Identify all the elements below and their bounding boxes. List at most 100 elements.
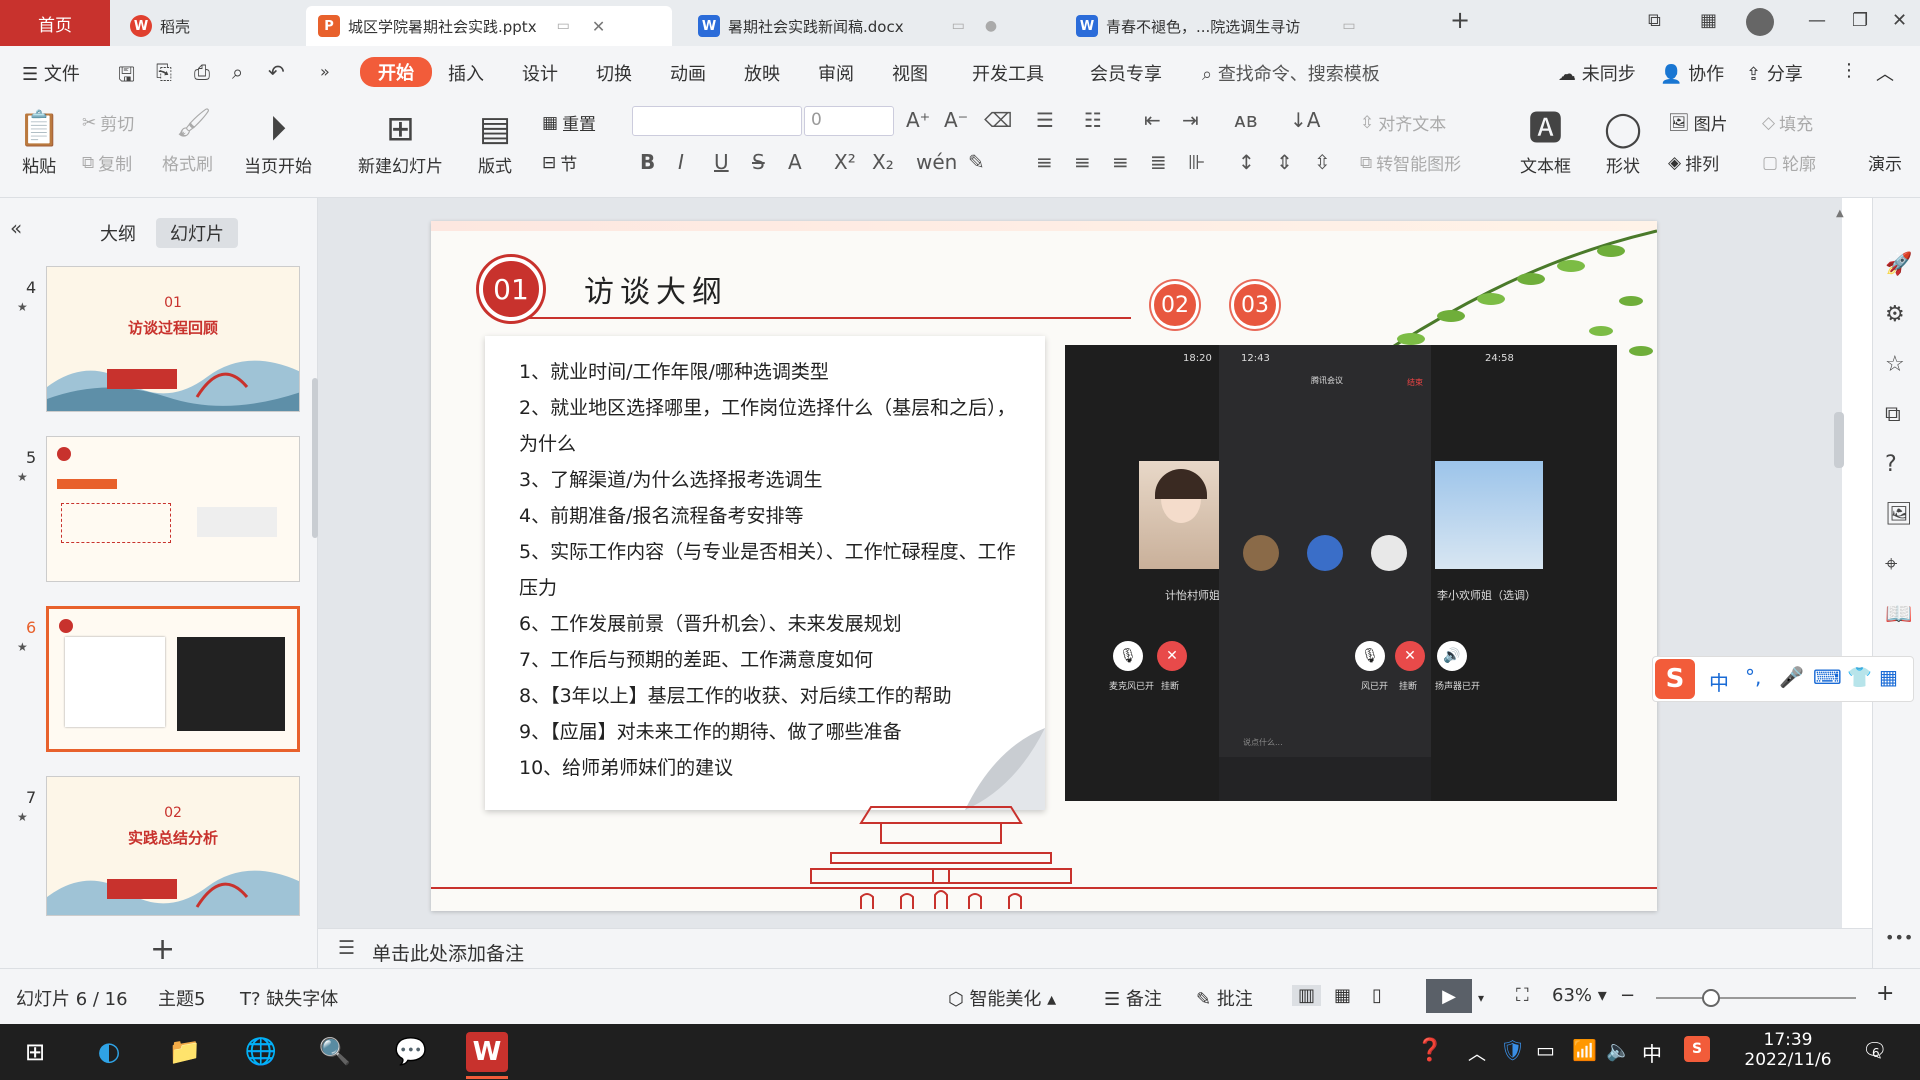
close-window-icon[interactable]: ✕ [1892,10,1907,31]
wps-icon[interactable]: W [466,1032,508,1072]
cut-button[interactable]: ✂ 剪切 [82,110,134,136]
menu-developer[interactable]: 开发工具 [972,60,1044,86]
sogou-tray-icon[interactable]: S [1684,1036,1710,1062]
file-explorer-icon[interactable]: 📁 [164,1032,206,1072]
font-size-select[interactable]: 0 [804,106,894,136]
zoom-out-button[interactable]: − [1620,985,1635,1006]
volume-icon[interactable]: 🔈 [1606,1038,1631,1062]
font-family-select[interactable] [632,106,802,136]
collapse-ribbon-icon[interactable]: ︿ [1876,60,1894,86]
missing-font-button[interactable]: T? 缺失字体 [240,985,338,1011]
menu-insert[interactable]: 插入 [448,60,484,86]
play-current-button[interactable]: ⏵ 当页开始 [244,106,312,177]
punctuation-icon[interactable]: °, [1745,665,1761,689]
windows-start-icon[interactable]: ⊞ [14,1032,56,1072]
more-icon[interactable]: ••• [1885,928,1913,947]
format-painter-button[interactable]: 格式刷 [162,150,213,175]
tab-outline[interactable]: 大纲 [86,218,150,248]
line-spacing-icon[interactable]: ↕ [1238,150,1255,174]
paragraph-spacing-icon[interactable]: ⇕ [1276,150,1293,174]
tray-expand-icon[interactable]: ︿ [1468,1040,1486,1066]
phonetic-icon[interactable]: wén [916,150,957,174]
more-options-icon[interactable]: ⋮ [1840,60,1858,81]
columns-icon[interactable]: ⇳ [1314,150,1331,174]
align-right-icon[interactable]: ≡ [1112,150,1129,174]
editor-scrollbar[interactable] [1834,412,1844,468]
more-chevron-icon[interactable]: » [320,62,330,81]
collab-button[interactable]: 👤 协作 [1660,60,1724,86]
reset-button[interactable]: ▦ 重置 [542,110,596,136]
export-icon[interactable]: ⎘ [156,60,172,84]
align-left-icon[interactable]: ≡ [1036,150,1053,174]
section-button[interactable]: ⊟ 节 [542,150,577,176]
notification-center[interactable]: 🗨 6 [1862,1038,1887,1062]
search-app-icon[interactable]: 🔍 [314,1032,356,1072]
highlight-icon[interactable]: ✎ [968,150,985,174]
play-options-icon[interactable]: ▾ [1478,991,1484,1005]
menu-view[interactable]: 视图 [892,60,928,86]
clock[interactable]: 17:39 2022/11/6 [1738,1030,1838,1070]
share-button[interactable]: ⇪ 分享 [1746,60,1803,86]
location-icon[interactable]: ⌖ [1885,552,1897,577]
bold-icon[interactable]: B [640,150,655,174]
shape-button[interactable]: ◯ 形状 [1604,106,1642,177]
add-slide-button[interactable]: + [150,932,175,967]
menu-transition[interactable]: 切换 [596,60,632,86]
font-grow-icon[interactable]: A⁺ [906,108,930,132]
current-slide[interactable]: 01 访谈大纲 02 03 1、就业时间/工作年限/哪种选调类型 2、就业地区选… [431,221,1657,911]
help-icon[interactable]: ? [1885,452,1897,477]
slide-thumb-5[interactable] [46,436,300,582]
monitor-icon[interactable]: ▭ [952,18,965,34]
rocket-icon[interactable]: 🚀 [1885,252,1912,277]
strikethrough-icon[interactable]: S [752,150,765,174]
superscript-icon[interactable]: X² [834,150,856,174]
collapse-panel-icon[interactable]: « [10,216,22,240]
book-icon[interactable]: 📖 [1885,602,1912,627]
help-icon[interactable]: ❓ [1416,1038,1443,1063]
file-menu[interactable]: ☰ 文件 [22,60,80,86]
image-edit-icon[interactable]: 🖼 [1885,502,1913,527]
zoom-slider-handle[interactable] [1702,989,1720,1007]
numbering-icon[interactable]: ☷ [1084,108,1102,132]
menu-slideshow[interactable]: 放映 [744,60,780,86]
sliders-icon[interactable]: ⚙ [1885,302,1905,327]
align-center-icon[interactable]: ≡ [1074,150,1091,174]
copy-button[interactable]: ⧉ 复制 [82,150,132,176]
battery-icon[interactable]: ▭ [1536,1038,1555,1062]
justify-icon[interactable]: ≣ [1150,150,1167,174]
indent-decrease-icon[interactable]: ⇤ [1144,108,1161,132]
slide-thumb-6[interactable] [46,606,300,752]
menu-design[interactable]: 设计 [522,60,558,86]
normal-view-icon[interactable]: ▥ [1292,985,1322,1006]
sort-icon[interactable]: ↓A [1290,108,1320,132]
align-text-button[interactable]: ⇳ 对齐文本 [1360,110,1446,136]
font-color-icon[interactable]: A [788,150,802,174]
edge-icon[interactable]: ◐ [88,1032,130,1072]
bullets-icon[interactable]: ☰ [1036,108,1054,132]
notes-pane[interactable]: ☰ 单击此处添加备注 [318,928,1872,968]
subscript-icon[interactable]: X₂ [872,150,894,174]
monitor-icon[interactable]: ▭ [1342,18,1355,34]
menu-member[interactable]: 会员专享 [1090,60,1162,86]
text-direction-icon[interactable]: ᴀʙ [1234,108,1257,132]
comment-toggle[interactable]: ✎ 批注 [1196,985,1253,1011]
tab-doc3[interactable]: W 青春不褪色，...院选调生寻访 ▭ [1064,6,1394,46]
save-icon[interactable]: 🖫 [118,60,135,94]
distribute-icon[interactable]: ⊪ [1188,150,1205,174]
keyboard-icon[interactable]: ⌨ [1813,665,1842,689]
window-3d-icon[interactable]: ⧉ [1648,10,1661,31]
avatar[interactable] [1746,8,1774,36]
tab-pptx[interactable]: P 城区学院暑期社会实践.pptx ▭ ✕ [306,6,672,46]
new-slide-button[interactable]: ⊞ 新建幻灯片 [358,106,443,177]
indent-increase-icon[interactable]: ⇥ [1182,108,1199,132]
star-outline-icon[interactable]: ☆ [1885,352,1905,377]
new-tab-button[interactable]: + [1450,6,1470,34]
voice-icon[interactable]: 🎤 [1779,665,1804,689]
notes-toggle[interactable]: ☰ 备注 [1104,985,1162,1011]
sogou-logo-icon[interactable]: S [1655,659,1695,699]
paste-button[interactable]: 📋 粘贴 [18,106,60,177]
sorter-view-icon[interactable]: ▦ [1334,985,1351,1006]
tab-slides[interactable]: 幻灯片 [156,218,238,248]
grid-icon[interactable]: ▦ [1700,10,1717,31]
menu-animation[interactable]: 动画 [670,60,706,86]
